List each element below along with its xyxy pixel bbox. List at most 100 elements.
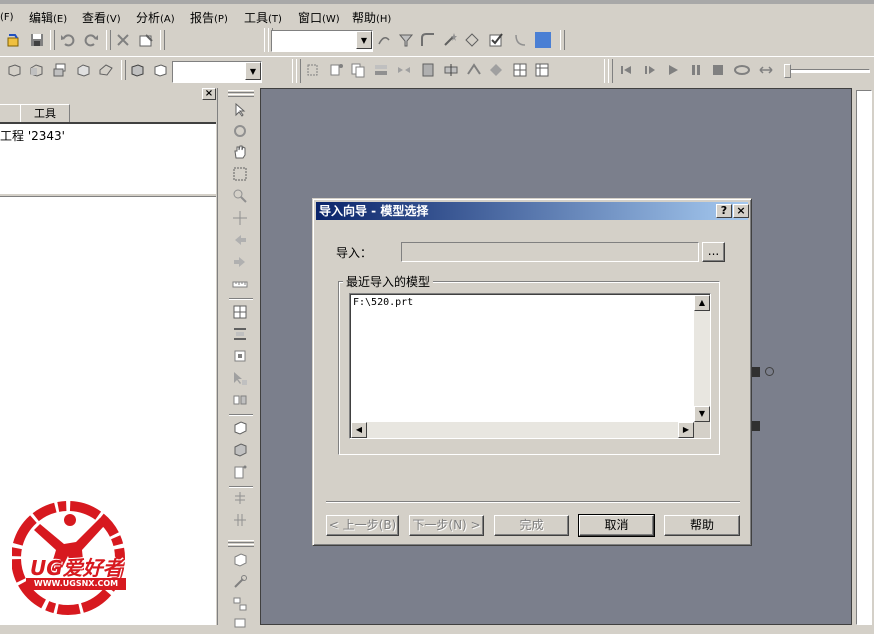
dialog-title-bar[interactable]: 导入向导 - 模型选择 ? ×: [316, 202, 749, 220]
slider-thumb[interactable]: [784, 64, 791, 78]
open-icon[interactable]: [4, 30, 24, 50]
more-icon[interactable]: [230, 614, 250, 634]
import-path-field[interactable]: [401, 242, 699, 262]
menu-tools[interactable]: 工具(T): [244, 9, 282, 26]
animation-slider[interactable]: [782, 64, 870, 78]
left-panel-tabs: 工具: [0, 104, 218, 124]
loop-icon[interactable]: [732, 60, 752, 80]
left-panel-splitter[interactable]: [217, 88, 226, 625]
rotate-icon[interactable]: [230, 121, 250, 141]
view-front-icon[interactable]: [26, 60, 46, 80]
scroll-right-icon[interactable]: ▶: [678, 422, 694, 438]
stop-icon[interactable]: [708, 60, 728, 80]
menu-report[interactable]: 报告(P): [190, 9, 228, 26]
box-wire-icon[interactable]: [230, 418, 250, 438]
vertical-scrollbar[interactable]: ▲ ▼: [694, 295, 710, 422]
menu-file[interactable]: (F): [0, 9, 14, 23]
view-right-icon[interactable]: [73, 60, 93, 80]
copy-icon[interactable]: [348, 60, 368, 80]
tab-model[interactable]: [0, 104, 22, 124]
table-icon[interactable]: [532, 60, 552, 80]
block-icon[interactable]: [418, 60, 438, 80]
view-grid-icon[interactable]: [230, 302, 250, 322]
selection-combo[interactable]: ▼: [271, 30, 373, 52]
menu-help[interactable]: 帮助(H): [352, 9, 391, 26]
ruler-icon[interactable]: [230, 274, 250, 294]
arrow-left-icon[interactable]: [230, 230, 250, 250]
scroll-down-icon[interactable]: ▼: [694, 406, 710, 422]
arc-icon[interactable]: [510, 30, 530, 50]
shape-icon[interactable]: [462, 30, 482, 50]
help-question-icon[interactable]: ?: [716, 204, 732, 218]
view-combo[interactable]: ▼: [172, 61, 262, 83]
properties-icon[interactable]: [136, 30, 156, 50]
chevron-down-icon[interactable]: ▼: [356, 31, 372, 49]
arrow-right-icon[interactable]: [230, 252, 250, 272]
next-button[interactable]: 下一步(N) >: [409, 515, 484, 536]
menu-analysis[interactable]: 分析(A): [136, 9, 175, 26]
grid-icon[interactable]: [510, 60, 530, 80]
back-button[interactable]: < 上一步(B): [326, 515, 399, 536]
delete-icon[interactable]: [113, 30, 133, 50]
assembly-icon[interactable]: [230, 594, 250, 614]
undo-icon[interactable]: [58, 30, 78, 50]
pan-hand-icon[interactable]: [230, 142, 250, 162]
filter-icon[interactable]: [396, 30, 416, 50]
bounce-icon[interactable]: [756, 60, 776, 80]
pause-icon[interactable]: [686, 60, 706, 80]
panel-close-icon[interactable]: ×: [202, 88, 216, 100]
shaded-icon[interactable]: [127, 60, 147, 80]
cancel-button[interactable]: 取消: [578, 514, 655, 537]
datum-plane-icon[interactable]: [303, 60, 323, 80]
menu-window[interactable]: 窗口(W): [298, 9, 340, 26]
redo-icon[interactable]: [81, 30, 101, 50]
box-solid-icon[interactable]: [230, 440, 250, 460]
view-top-icon[interactable]: [50, 60, 70, 80]
save-icon[interactable]: [27, 30, 47, 50]
page-icon[interactable]: [230, 462, 250, 482]
pointer-plus-icon[interactable]: [230, 368, 250, 388]
browse-button[interactable]: ...: [702, 242, 725, 262]
lock-icon[interactable]: [230, 346, 250, 366]
horizontal-scrollbar[interactable]: ◀ ▶: [351, 422, 694, 438]
tab-tools[interactable]: 工具: [20, 104, 70, 124]
chevron-down-icon[interactable]: ▼: [245, 62, 261, 80]
fillet-icon[interactable]: [418, 30, 438, 50]
view-left-icon[interactable]: [96, 60, 116, 80]
zoom-icon[interactable]: [230, 186, 250, 206]
help-button[interactable]: 帮助: [664, 515, 740, 536]
select-arrow-icon[interactable]: [230, 100, 250, 120]
section-icon[interactable]: [441, 60, 461, 80]
close-icon[interactable]: ×: [733, 204, 749, 218]
crosshair-icon[interactable]: [230, 208, 250, 228]
list-item[interactable]: F:\520.prt: [353, 297, 413, 308]
step-forward-icon[interactable]: [640, 60, 660, 80]
menu-view[interactable]: 查看(V): [82, 9, 121, 26]
sketch-icon[interactable]: [374, 30, 394, 50]
tree-item-project[interactable]: 工程 '2343': [0, 127, 65, 144]
rewind-icon[interactable]: [616, 60, 636, 80]
scroll-up-icon[interactable]: ▲: [694, 295, 710, 311]
recent-models-list[interactable]: F:\520.prt ▲ ▼ ◀ ▶: [349, 293, 711, 439]
scroll-left-icon[interactable]: ◀: [351, 422, 367, 438]
menu-edit[interactable]: 编辑(E): [29, 9, 67, 26]
diamond-icon[interactable]: [486, 60, 506, 80]
part-icon[interactable]: [230, 550, 250, 570]
check-icon[interactable]: [486, 30, 506, 50]
sweep-icon[interactable]: [464, 60, 484, 80]
zoom-box-icon[interactable]: [230, 164, 250, 184]
wand-icon[interactable]: [440, 30, 460, 50]
transfer-icon[interactable]: [230, 390, 250, 410]
play-icon[interactable]: [663, 60, 683, 80]
finish-button[interactable]: 完成: [494, 515, 569, 536]
equal-constraint-icon[interactable]: [230, 488, 250, 508]
align-icon[interactable]: [230, 324, 250, 344]
datum-axis-icon[interactable]: [326, 60, 346, 80]
mirror-icon[interactable]: [394, 60, 414, 80]
color-swatch-icon[interactable]: [533, 30, 553, 50]
layer-icon[interactable]: [371, 60, 391, 80]
view-iso-icon[interactable]: [4, 60, 24, 80]
parallel-constraint-icon[interactable]: [230, 510, 250, 530]
tool-icon[interactable]: [230, 572, 250, 592]
hidden-line-icon[interactable]: [150, 60, 170, 80]
